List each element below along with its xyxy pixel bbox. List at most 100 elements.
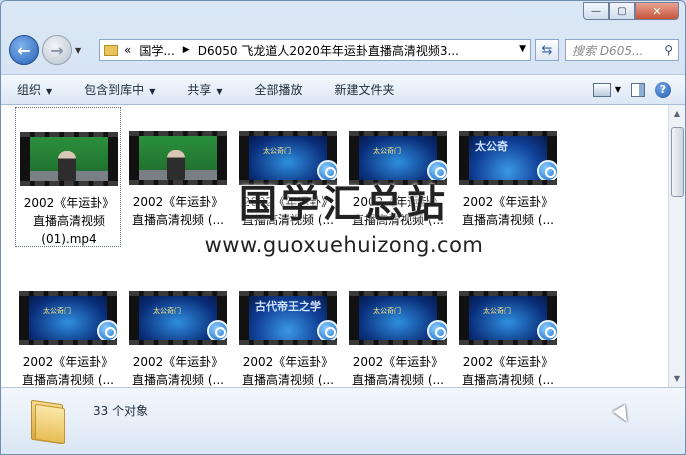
file-name-line: (01).mp4 (41, 232, 97, 246)
media-player-icon (537, 160, 557, 180)
video-thumbnail: 太公奇门 (459, 291, 557, 345)
organize-menu[interactable]: 组织 ▼ (17, 81, 52, 98)
view-dropdown-icon[interactable]: ▼ (615, 85, 621, 94)
file-item[interactable]: 太公奇门 2002《年运卦》 直播高清视频 (... (125, 267, 231, 387)
address-bar[interactable]: « 国学... ▶ D6050 飞龙道人2020年年运卦直播高清视频3... ▼ (99, 39, 531, 61)
file-name-line: 2002《年运卦》 (132, 355, 224, 369)
file-name-line: 直播高清视频 (... (132, 373, 224, 387)
file-name: 2002《年运卦》 直播高清视频 (... (455, 353, 561, 387)
share-label: 共享 (187, 83, 212, 97)
scroll-up-icon[interactable]: ▲ (669, 105, 685, 122)
file-name: 2002《年运卦》 直播高清视频 (01).mp4 (16, 194, 122, 248)
maximize-button[interactable]: ▢ (609, 2, 635, 20)
file-item[interactable]: 2002《年运卦》 直播高清视频 (01).mp4 (15, 107, 121, 247)
file-name: 2002《年运卦》 直播高清视频 (... (235, 353, 341, 387)
file-name-line: 2002《年运卦》 (132, 195, 224, 209)
address-dropdown-icon[interactable]: ▼ (519, 44, 526, 54)
file-name: 2002《年运卦》 直播高清视频 (... (15, 353, 121, 387)
breadcrumb-root[interactable]: 国学... (139, 42, 174, 59)
file-item[interactable]: 2002《年运卦》 直播高清视频 (... (125, 107, 231, 247)
file-item[interactable]: 太公奇门 2002《年运卦》 直播高清视频 (... (455, 267, 561, 387)
caption-buttons: — ▢ ✕ (583, 2, 679, 20)
command-bar: 组织 ▼ 包含到库中 ▼ 共享 ▼ 全部播放 新建文件夹 ▼ ? (1, 74, 685, 105)
folder-icon (31, 398, 67, 445)
file-name-line: 2002《年运卦》 (462, 355, 554, 369)
file-name: 2002《年运卦》 直播高清视频 (... (125, 193, 231, 229)
thumbnail-caption: 太公奇 (475, 140, 508, 153)
navigation: ← → ▼ (9, 35, 81, 65)
file-name-line: 2002《年运卦》 (352, 355, 444, 369)
file-name: 2002《年运卦》 直播高清视频 (... (455, 193, 561, 229)
view-icon[interactable] (592, 82, 611, 97)
preview-pane-icon[interactable] (631, 82, 645, 97)
search-input[interactable]: 搜索 D605... ⚲ (565, 39, 679, 61)
media-player-icon (97, 320, 117, 340)
recent-pages-dropdown[interactable]: ▼ (75, 46, 81, 55)
file-name-line: 直播高清视频 (... (22, 373, 114, 387)
video-thumbnail (20, 132, 118, 186)
media-player-icon (427, 320, 447, 340)
file-name-line: 2002《年运卦》 (462, 195, 554, 209)
minimize-button[interactable]: — (583, 2, 609, 20)
media-player-icon (317, 320, 337, 340)
media-player-icon (317, 160, 337, 180)
file-name-line: 2002《年运卦》 (352, 195, 444, 209)
file-list: 2002《年运卦》 直播高清视频 (01).mp4 2002《年运卦》 直播高清视频 (… (1, 105, 685, 387)
close-button[interactable]: ✕ (635, 2, 679, 20)
breadcrumb-separator-icon[interactable]: ▶ (183, 45, 190, 55)
item-count: 33 个对象 (93, 404, 149, 418)
include-library-label: 包含到库中 (84, 83, 145, 97)
view-controls: ▼ ? (592, 75, 685, 104)
media-player-icon (427, 160, 447, 180)
thumbnail-caption: 太公奇门 (153, 307, 181, 315)
address-overflow[interactable]: « (124, 43, 131, 57)
file-name-line: 直播高清视频 (... (462, 373, 554, 387)
media-player-icon (537, 320, 557, 340)
thumbnail-caption: 太公奇门 (373, 147, 401, 155)
include-in-library-menu[interactable]: 包含到库中 ▼ (84, 81, 155, 98)
refresh-button[interactable]: ⇆ (535, 39, 559, 61)
file-name: 2002《年运卦》 直播高清视频 (... (345, 193, 451, 229)
video-thumbnail: 太公奇门 (19, 291, 117, 345)
file-item[interactable]: 古代帝王之学 2002《年运卦》 直播高清视频 (... (235, 267, 341, 387)
breadcrumb-current[interactable]: D6050 飞龙道人2020年年运卦直播高清视频3... (198, 42, 459, 59)
file-name-line: 直播高清视频 (32, 214, 105, 228)
file-item[interactable]: 太公奇门 2002《年运卦》 直播高清视频 (... (235, 107, 341, 247)
chevron-down-icon: ▼ (216, 87, 223, 96)
play-all-button[interactable]: 全部播放 (255, 81, 303, 98)
file-name-line: 直播高清视频 (... (462, 213, 554, 227)
video-thumbnail: 太公奇门 (239, 131, 337, 185)
file-item[interactable]: 太公奇门 2002《年运卦》 直播高清视频 (... (345, 267, 451, 387)
scroll-down-icon[interactable]: ▼ (669, 370, 685, 387)
file-item[interactable]: 太公奇 2002《年运卦》 直播高清视频 (... (455, 107, 561, 247)
video-thumbnail: 太公奇门 (349, 131, 447, 185)
scroll-thumb[interactable] (671, 127, 684, 197)
search-placeholder: 搜索 D605... (572, 43, 644, 58)
forward-button[interactable]: → (42, 35, 72, 65)
back-button[interactable]: ← (9, 35, 39, 65)
file-item[interactable]: 太公奇门 2002《年运卦》 直播高清视频 (... (15, 267, 121, 387)
video-thumbnail: 太公奇门 (129, 291, 227, 345)
chevron-down-icon: ▼ (149, 87, 156, 96)
thumbnail-caption: 古代帝王之学 (255, 300, 321, 313)
folder-icon (104, 44, 118, 56)
file-name: 2002《年运卦》 直播高清视频 (... (235, 193, 341, 229)
file-item[interactable]: 太公奇门 2002《年运卦》 直播高清视频 (... (345, 107, 451, 247)
video-thumbnail: 太公奇 (459, 131, 557, 185)
file-name-line: 2002《年运卦》 (242, 195, 334, 209)
new-folder-button[interactable]: 新建文件夹 (335, 81, 395, 98)
share-menu[interactable]: 共享 ▼ (187, 81, 222, 98)
file-name-line: 直播高清视频 (... (242, 213, 334, 227)
explorer-window: — ▢ ✕ ← → ▼ « 国学... ▶ D6050 飞龙道人2020年年运卦… (0, 0, 686, 455)
file-name-line: 直播高清视频 (... (242, 373, 334, 387)
vertical-scrollbar[interactable]: ▲ ▼ (668, 105, 685, 387)
help-icon[interactable]: ? (655, 81, 671, 98)
chevron-down-icon: ▼ (46, 87, 53, 96)
video-thumbnail: 古代帝王之学 (239, 291, 337, 345)
file-name: 2002《年运卦》 直播高清视频 (... (345, 353, 451, 387)
thumbnail-caption: 太公奇门 (373, 307, 401, 315)
file-name-line: 2002《年运卦》 (242, 355, 334, 369)
file-name: 2002《年运卦》 直播高清视频 (... (125, 353, 231, 387)
search-icon[interactable]: ⚲ (664, 43, 673, 57)
thumbnail-caption: 太公奇门 (43, 307, 71, 315)
